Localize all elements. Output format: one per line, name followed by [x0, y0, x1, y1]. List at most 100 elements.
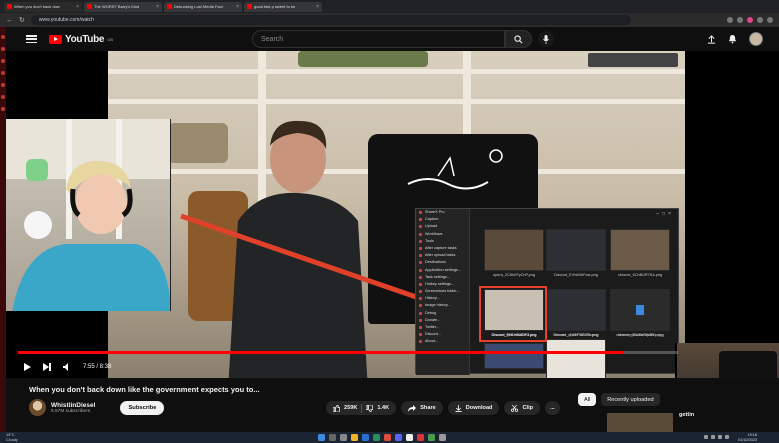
back-icon[interactable]: ← — [6, 17, 13, 24]
sharex-window[interactable]: ShareX Pro Capture Upload Workflows Tool… — [415, 208, 679, 378]
screenshot-thumbnail[interactable] — [546, 289, 606, 331]
download-button[interactable]: Download — [447, 401, 500, 415]
menu-item[interactable]: Debug — [416, 310, 469, 317]
browser-tab[interactable]: good fast p sweet to be × — [244, 1, 322, 12]
chrome-icon[interactable] — [406, 434, 413, 441]
extension-icon[interactable] — [737, 17, 743, 23]
screenshot-thumbnail[interactable] — [610, 229, 670, 271]
upload-icon[interactable] — [707, 34, 716, 44]
next-icon[interactable] — [43, 363, 51, 371]
channel-avatar[interactable] — [29, 399, 46, 416]
video-actions: 259K 1.4K Share Download Clip ... — [326, 401, 560, 415]
share-button[interactable]: Share — [401, 401, 443, 415]
menu-item[interactable]: Hotkey settings... — [416, 281, 469, 288]
tab-title: good fast p sweet to be — [254, 4, 296, 9]
menu-item[interactable]: Donate... — [416, 317, 469, 324]
channel-info: WhistlinDiesel 5.57M subscribers — [51, 402, 95, 414]
voice-search-button[interactable] — [538, 31, 554, 47]
play-icon[interactable] — [24, 363, 31, 371]
close-icon[interactable]: × — [316, 4, 319, 10]
video-player[interactable]: ShareX Pro Capture Upload Workflows Tool… — [6, 51, 779, 378]
browser-tab[interactable]: Debunking Lost Media Fact × — [164, 1, 242, 12]
search-icon[interactable] — [329, 434, 336, 441]
app-icon[interactable] — [439, 434, 446, 441]
task-view-icon[interactable] — [340, 434, 347, 441]
related-filter-chips: All Recently uploaded — [578, 393, 660, 406]
menu-item[interactable]: Tools — [416, 238, 469, 245]
more-actions-button[interactable]: ... — [545, 401, 560, 415]
start-icon[interactable] — [318, 434, 325, 441]
menu-item[interactable]: Twitter... — [416, 324, 469, 331]
menu-item[interactable]: Task settings... — [416, 274, 469, 281]
app-icon[interactable] — [373, 434, 380, 441]
download-icon — [455, 404, 462, 412]
screenshot-thumbnail[interactable] — [546, 229, 606, 271]
reload-icon[interactable]: ↻ — [19, 16, 25, 24]
channel-row: WhistlinDiesel 5.57M subscribers Subscri… — [29, 399, 165, 416]
app-icon[interactable] — [384, 434, 391, 441]
extension-icon[interactable] — [747, 17, 753, 23]
account-avatar[interactable] — [749, 32, 763, 46]
channel-name[interactable]: WhistlinDiesel — [51, 402, 95, 409]
close-icon[interactable]: × — [156, 4, 159, 10]
opera-icon[interactable] — [417, 434, 424, 441]
browser-tab[interactable]: The WORST Barry's Mod × — [84, 1, 162, 12]
clip-button[interactable]: Clip — [504, 401, 541, 415]
extension-icon[interactable] — [757, 17, 763, 23]
progress-bar[interactable] — [18, 351, 678, 354]
url-text: www.youtube.com/watch — [38, 17, 94, 23]
screenshot-thumbnail[interactable] — [546, 339, 606, 378]
windows-taskbar: 19°C Cloudy 19:16 01/10/2023 — [0, 432, 779, 443]
extension-icon[interactable] — [767, 17, 773, 23]
notifications-bell-icon[interactable] — [728, 34, 737, 44]
screenshot-thumbnail[interactable] — [484, 343, 544, 369]
menu-item[interactable]: History... — [416, 295, 469, 302]
share-label: Share — [420, 405, 436, 411]
close-icon[interactable]: × — [76, 4, 79, 10]
screenshot-thumbnail[interactable] — [610, 289, 670, 331]
hamburger-menu-icon[interactable] — [26, 35, 37, 43]
youtube-logo[interactable]: YouTube GB — [49, 34, 113, 45]
menu-item[interactable]: Application settings... — [416, 267, 469, 274]
extension-icon[interactable] — [727, 17, 733, 23]
chip-recently-uploaded[interactable]: Recently uploaded — [601, 393, 660, 406]
discord-icon[interactable] — [395, 434, 402, 441]
search-button[interactable] — [505, 30, 532, 48]
search-input[interactable]: Search — [252, 30, 505, 48]
menu-item[interactable]: Discord... — [416, 331, 469, 338]
taskbar-clock[interactable]: 19:16 01/10/2023 — [738, 433, 757, 442]
subscribe-button[interactable]: Subscribe — [120, 400, 165, 415]
menu-item[interactable]: Capture — [416, 216, 469, 223]
related-video-thumbnail[interactable]: gettin — [607, 410, 779, 432]
close-icon[interactable]: × — [236, 4, 239, 10]
time-display: 7:55 / 8:38 — [83, 364, 112, 370]
window-controls[interactable]: –□× — [656, 211, 674, 217]
menu-item[interactable]: Upload — [416, 223, 469, 230]
extension-icons — [727, 17, 773, 23]
volume-icon[interactable] — [63, 363, 71, 371]
like-dislike-button[interactable]: 259K 1.4K — [326, 401, 397, 415]
menu-item[interactable]: After capture tasks — [416, 245, 469, 252]
url-field[interactable]: www.youtube.com/watch — [30, 15, 631, 25]
progress-fill — [18, 351, 623, 354]
menu-item[interactable]: After upload tasks — [416, 252, 469, 259]
browser-tab[interactable]: When you don't back dow × — [4, 1, 82, 12]
menu-item[interactable]: Workflows — [416, 231, 469, 238]
file-explorer-icon[interactable] — [351, 434, 358, 441]
screenshot-thumbnail[interactable] — [484, 229, 544, 271]
menu-item[interactable]: Destinations — [416, 259, 469, 266]
chip-all[interactable]: All — [578, 393, 597, 406]
menu-item[interactable]: ShareX Pro — [416, 209, 469, 216]
app-icon[interactable] — [428, 434, 435, 441]
menu-item[interactable]: Screenshots folder... — [416, 288, 469, 295]
microphone-icon — [543, 34, 549, 44]
taskbar-apps — [318, 434, 446, 441]
app-icon[interactable] — [362, 434, 369, 441]
menu-item[interactable]: Image history... — [416, 302, 469, 309]
menu-item[interactable]: About... — [416, 338, 469, 345]
weather-widget[interactable]: 19°C Cloudy — [6, 433, 18, 442]
system-tray[interactable] — [704, 435, 729, 439]
logo-country: GB — [107, 36, 113, 42]
youtube-favicon-icon — [87, 4, 92, 9]
search-icon — [514, 34, 523, 43]
